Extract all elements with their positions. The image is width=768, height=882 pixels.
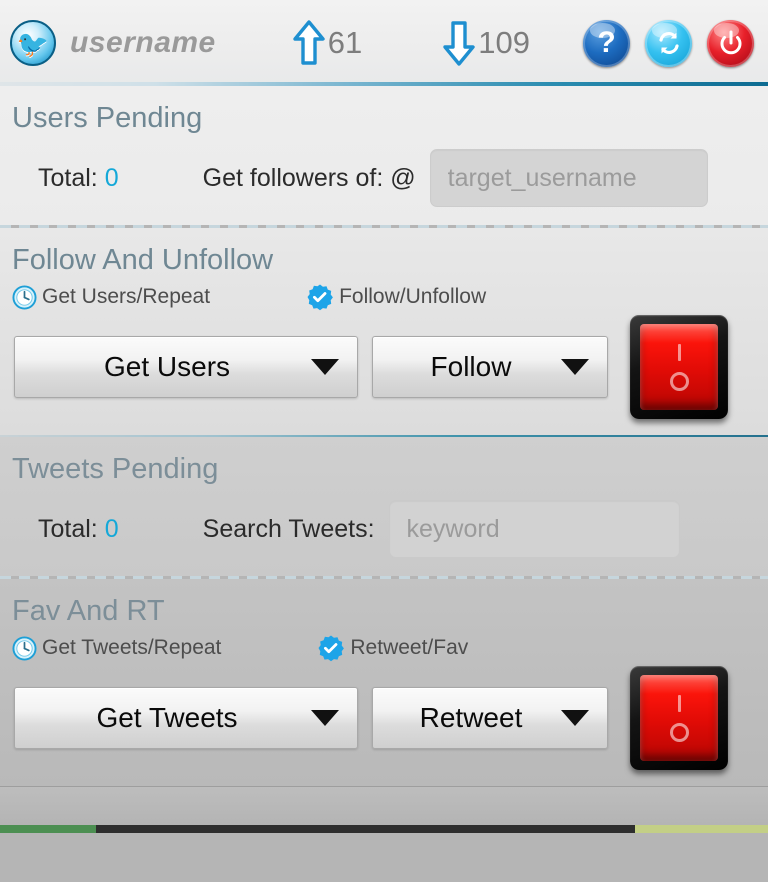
tweets-pending-title: Tweets Pending	[12, 453, 219, 485]
fav-rt-controls: Get Tweets Retweet	[0, 666, 768, 770]
retweet-fav-label: Retweet/Fav	[350, 636, 469, 659]
tweets-pending-row: Total: 0 Search Tweets: keyword	[0, 486, 768, 576]
get-tweets-select[interactable]: Get Tweets	[14, 687, 358, 749]
app-screen: 🐦 username 61 109 ? Users Pending Total:…	[0, 0, 768, 882]
retweet-fav-label-group: Retweet/Fav	[317, 634, 468, 662]
followers-counter: 109	[442, 19, 530, 67]
followers-count: 109	[478, 25, 530, 60]
switch-off-mark	[669, 722, 689, 742]
header-buttons: ?	[583, 19, 754, 67]
header-accent-line	[0, 82, 768, 86]
target-username-input[interactable]: target_username	[429, 149, 708, 207]
get-users-select-value: Get Users	[103, 351, 231, 382]
tweets-pending-section: Tweets Pending Total: 0 Search Tweets: k…	[0, 437, 768, 576]
chevron-down-icon	[311, 710, 339, 726]
retweet-select-value: Retweet	[419, 702, 523, 733]
get-users-repeat-label-group: Get Users/Repeat	[12, 284, 211, 310]
users-pending-row: Total: 0 Get followers of: @ target_user…	[0, 135, 768, 225]
status-bar-dark-segment	[96, 825, 635, 833]
app-header: 🐦 username 61 109 ?	[0, 0, 768, 86]
users-total-value: 0	[104, 163, 119, 192]
tweets-total-label: Total:	[38, 514, 98, 543]
get-users-select[interactable]: Get Users	[14, 336, 358, 398]
get-tweets-repeat-label: Get Tweets/Repeat	[42, 636, 222, 659]
switch-off-mark	[669, 371, 689, 391]
bird-glyph: 🐦	[16, 28, 50, 59]
help-button[interactable]: ?	[583, 19, 630, 67]
follow-select[interactable]: Follow	[372, 336, 608, 398]
chevron-down-icon	[311, 359, 339, 375]
get-tweets-select-value: Get Tweets	[96, 702, 238, 733]
follow-unfollow-title: Follow And Unfollow	[12, 244, 274, 276]
power-icon	[720, 30, 741, 55]
fav-switch-rocker	[640, 675, 718, 761]
clock-icon	[12, 284, 37, 310]
chevron-down-icon	[561, 359, 589, 375]
get-followers-label: Get followers of: @	[202, 163, 416, 192]
arrow-down-icon	[443, 21, 475, 66]
switch-on-mark	[677, 694, 681, 712]
following-count: 61	[327, 25, 363, 60]
target-username-placeholder: target_username	[447, 163, 637, 192]
status-bar-lime-segment	[635, 825, 768, 833]
follow-power-switch[interactable]	[630, 315, 728, 419]
switch-on-mark	[677, 343, 681, 361]
search-tweets-label: Search Tweets:	[202, 514, 375, 543]
users-pending-section: Users Pending Total: 0 Get followers of:…	[0, 86, 768, 225]
bottom-status-bar	[0, 825, 768, 833]
fav-power-switch[interactable]	[630, 666, 728, 770]
chevron-down-icon	[561, 710, 589, 726]
verified-badge-icon	[307, 284, 333, 311]
users-total-label: Total:	[38, 163, 98, 192]
get-users-repeat-label: Get Users/Repeat	[42, 285, 211, 308]
status-bar-green-segment	[0, 825, 96, 833]
users-pending-title: Users Pending	[12, 102, 203, 134]
follow-unfollow-label-group: Follow/Unfollow	[306, 283, 486, 311]
fav-rt-labels: Get Tweets/Repeat Retweet/Fav	[0, 628, 768, 666]
tweets-total-value: 0	[104, 514, 119, 543]
following-counter: 61	[292, 19, 362, 67]
twitter-bird-icon: 🐦	[10, 20, 56, 66]
search-tweets-input[interactable]: keyword	[388, 500, 680, 558]
follow-unfollow-controls: Get Users Follow	[0, 315, 768, 419]
arrow-up-icon	[293, 20, 325, 65]
search-tweets-placeholder: keyword	[406, 514, 500, 543]
username-label: username	[70, 26, 216, 59]
fav-rt-title: Fav And RT	[12, 595, 165, 627]
follow-unfollow-label: Follow/Unfollow	[339, 285, 487, 308]
power-button[interactable]	[707, 19, 754, 67]
follow-unfollow-section: Follow And Unfollow Get Users/Repeat Fol…	[0, 228, 768, 435]
verified-badge-icon	[318, 635, 345, 662]
follow-unfollow-labels: Get Users/Repeat Follow/Unfollow	[0, 277, 768, 315]
retweet-select[interactable]: Retweet	[372, 687, 608, 749]
refresh-button[interactable]	[645, 19, 692, 67]
bottom-spacer	[0, 787, 768, 825]
follow-select-value: Follow	[430, 351, 512, 382]
get-tweets-repeat-label-group: Get Tweets/Repeat	[12, 635, 222, 661]
clock-icon	[12, 635, 37, 661]
fav-rt-section: Fav And RT Get Tweets/Repeat Retweet/Fav	[0, 579, 768, 786]
refresh-icon	[658, 32, 679, 54]
follow-switch-rocker	[640, 324, 718, 410]
question-mark-icon: ?	[597, 26, 616, 59]
